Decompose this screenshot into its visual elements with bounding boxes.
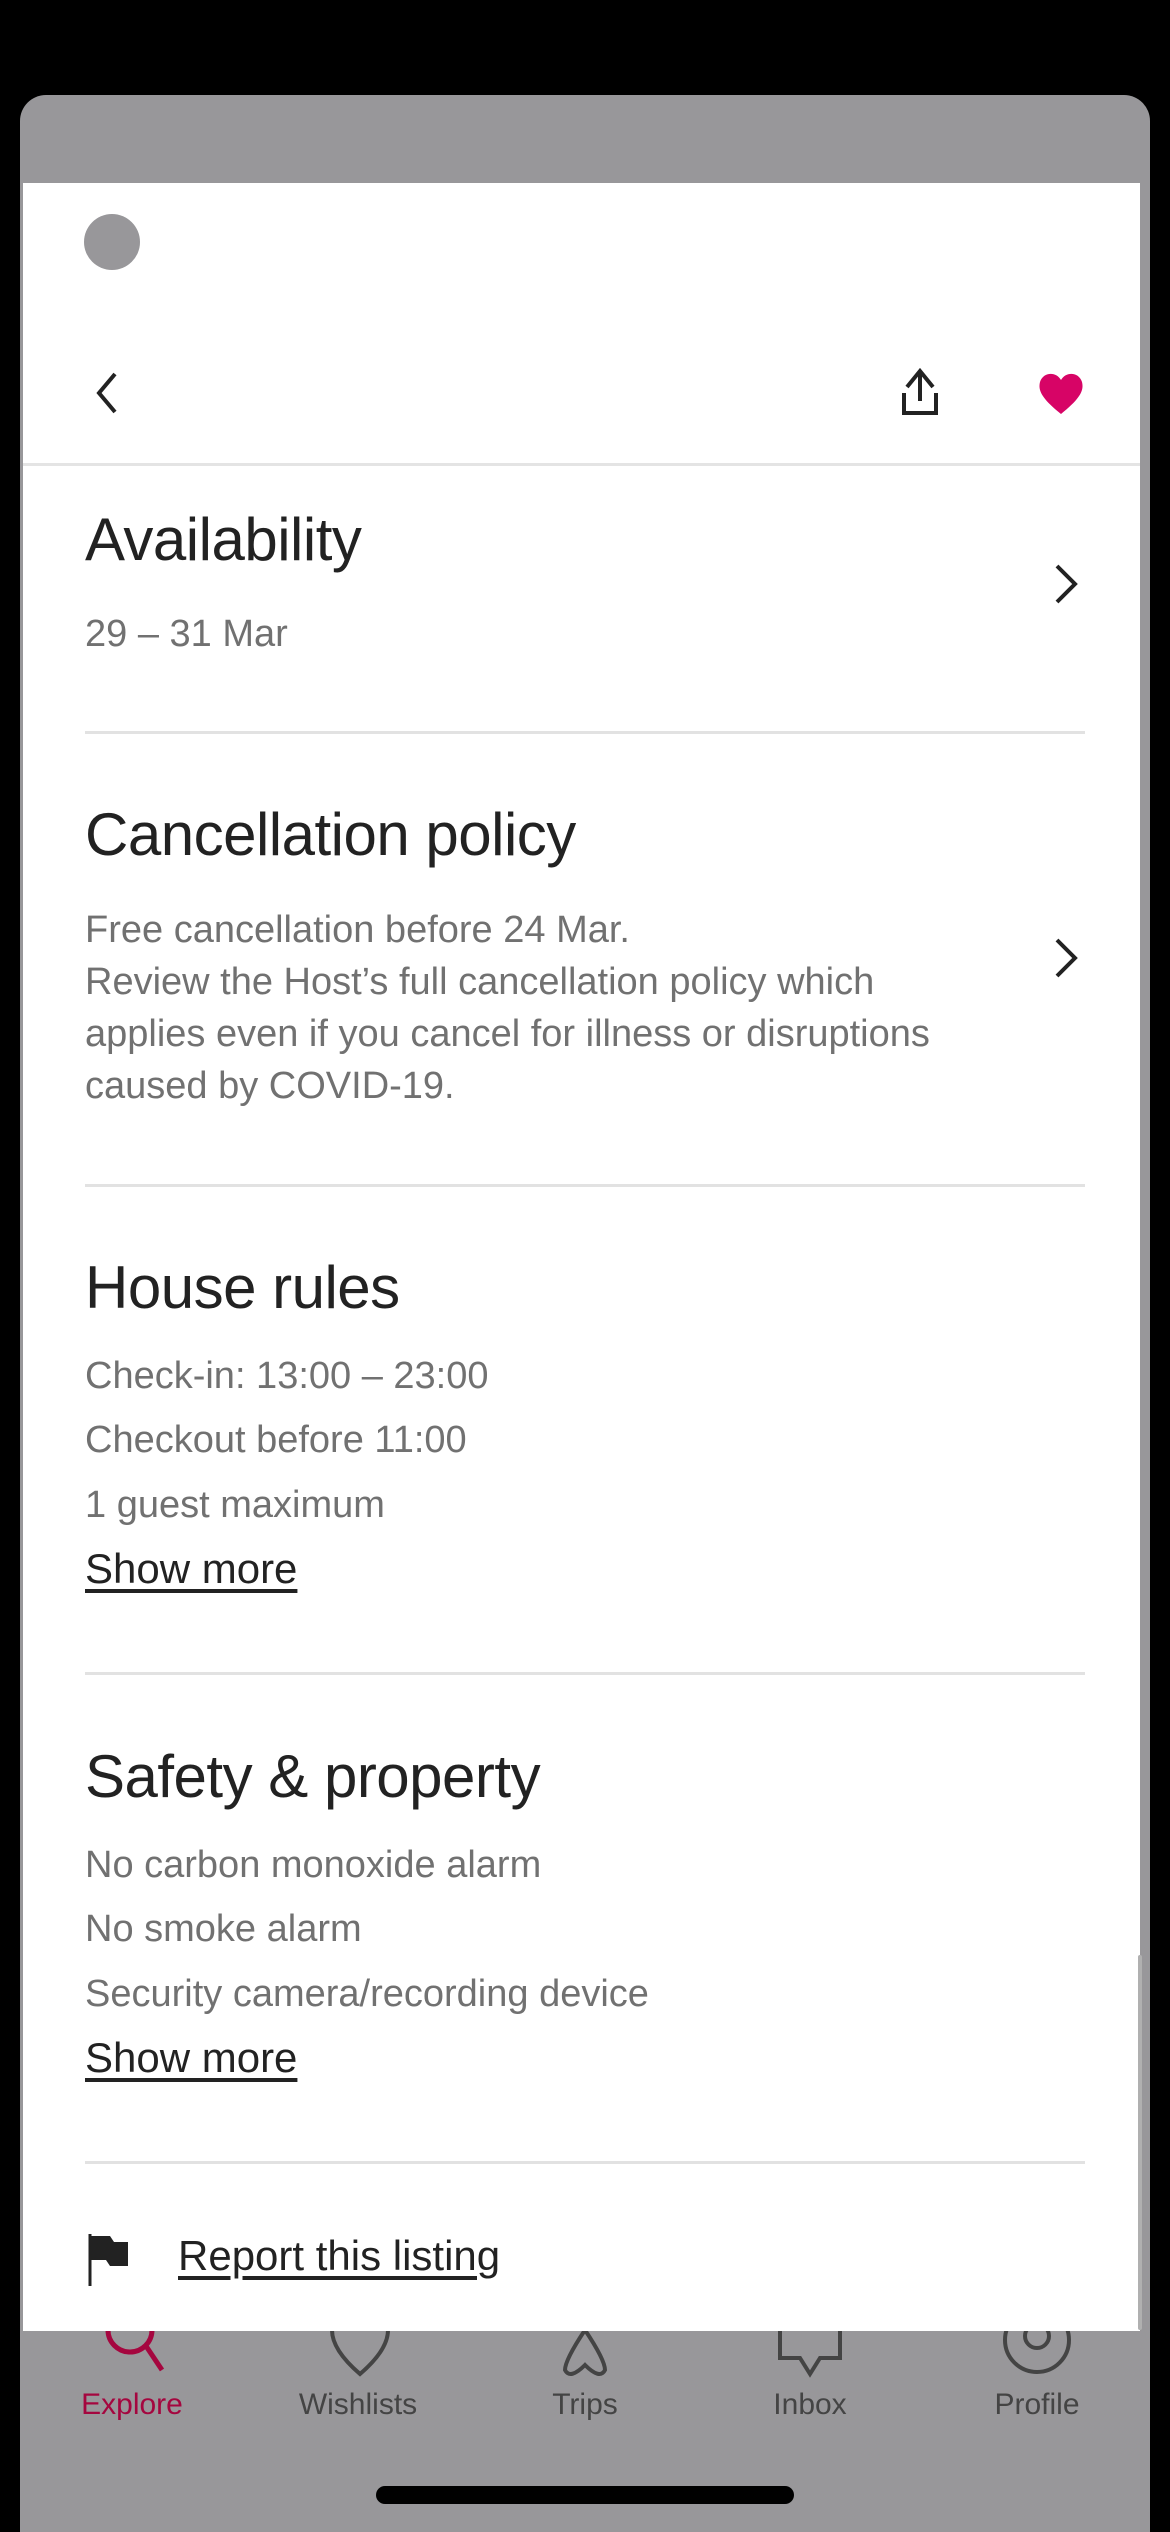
safety-title: Safety & property: [85, 1743, 541, 1810]
back-chevron-icon[interactable]: [88, 368, 128, 418]
tab-explore[interactable]: Explore: [32, 2388, 232, 2422]
cancellation-chevron-icon[interactable]: [1045, 934, 1085, 982]
safety-item: No carbon monoxide alarm: [85, 1844, 542, 1886]
flag-icon: [88, 2234, 128, 2286]
cancellation-line: Review the Host’s full cancellation poli…: [85, 961, 875, 1003]
scrollbar[interactable]: [1138, 1955, 1142, 2330]
divider: [85, 1184, 1085, 1187]
cancellation-title: Cancellation policy: [85, 801, 576, 868]
safety-item: Security camera/recording device: [85, 1973, 649, 2015]
availability-title: Availability: [85, 506, 362, 573]
home-indicator: [376, 2486, 794, 2504]
divider: [85, 1672, 1085, 1675]
share-icon[interactable]: [895, 365, 945, 420]
safety-show-more[interactable]: Show more: [85, 2034, 297, 2082]
heart-icon[interactable]: [1036, 368, 1086, 418]
tab-wishlists[interactable]: Wishlists: [258, 2388, 458, 2422]
house-rule: Checkout before 11:00: [85, 1419, 467, 1461]
availability-chevron-icon[interactable]: [1045, 560, 1085, 608]
header-divider: [23, 463, 1140, 466]
cancellation-line: Free cancellation before 24 Mar.: [85, 909, 630, 951]
drag-handle-dot: [84, 214, 140, 270]
tab-trips[interactable]: Trips: [485, 2388, 685, 2422]
house-rule: 1 guest maximum: [85, 1484, 385, 1526]
house-rules-show-more[interactable]: Show more: [85, 1545, 297, 1593]
safety-item: No smoke alarm: [85, 1908, 362, 1950]
tab-inbox[interactable]: Inbox: [710, 2388, 910, 2422]
house-rule: Check-in: 13:00 – 23:00: [85, 1355, 489, 1397]
cancellation-line: caused by COVID-19.: [85, 1065, 455, 1107]
availability-dates: 29 – 31 Mar: [85, 613, 288, 655]
tab-profile[interactable]: Profile: [937, 2388, 1137, 2422]
report-listing-link[interactable]: Report this listing: [178, 2232, 500, 2280]
divider: [85, 731, 1085, 734]
divider: [85, 2161, 1085, 2164]
cancellation-line: applies even if you cancel for illness o…: [85, 1013, 930, 1055]
house-rules-title: House rules: [85, 1254, 400, 1321]
